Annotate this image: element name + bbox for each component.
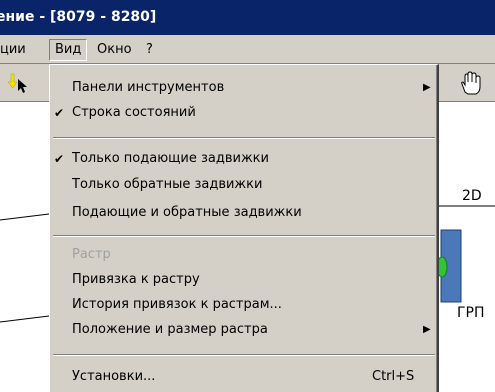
pointer-tool-button[interactable] xyxy=(4,70,32,96)
map-label-grp: ГРП xyxy=(457,305,485,321)
menu-help[interactable]: ? xyxy=(140,40,159,60)
menu-item-raster-position-size[interactable]: Положение и размер растра ▶ xyxy=(50,320,436,340)
checkmark-icon: ✔ xyxy=(54,152,65,166)
menu-bar: ции Вид Окно ? xyxy=(0,35,495,64)
submenu-arrow-icon: ▶ xyxy=(423,324,431,335)
menu-item-label: Панели инструментов xyxy=(72,80,225,95)
view-menu-dropdown: Панели инструментов ▶ ✔ Строка состояний… xyxy=(49,64,439,392)
menu-item-shortcut: Ctrl+S xyxy=(372,369,415,384)
menu-item-return-valves-only[interactable]: Только обратные задвижки xyxy=(50,175,436,195)
hand-pan-icon xyxy=(461,71,481,95)
menu-item-label: Только подающие задвижки xyxy=(72,151,269,166)
menu-item-toolbars[interactable]: Панели инструментов ▶ xyxy=(50,78,436,98)
menu-item-label: История привязок к растрам... xyxy=(72,297,282,312)
menu-item-raster-binding-history[interactable]: История привязок к растрам... xyxy=(50,295,436,315)
menu-item-label: Положение и размер растра xyxy=(72,322,268,337)
menu-item-label: Установки... xyxy=(72,369,156,384)
pan-tool-button[interactable] xyxy=(456,70,484,96)
menu-item-label: Подающие и обратные задвижки xyxy=(72,205,302,220)
menu-item-status-bar[interactable]: ✔ Строка состояний xyxy=(50,103,436,123)
menu-item-label: Строка состояний xyxy=(72,105,196,120)
menu-item-label: Только обратные задвижки xyxy=(72,177,263,192)
menu-item-label: Растр xyxy=(72,247,111,262)
arrow-cursor-icon xyxy=(7,73,27,93)
menu-window[interactable]: Окно xyxy=(91,40,138,60)
menu-view[interactable]: Вид xyxy=(49,39,88,61)
menu-item-raster-binding[interactable]: Привязка к растру xyxy=(50,270,436,290)
submenu-arrow-icon: ▶ xyxy=(423,82,431,93)
menu-item-supply-and-return-valves[interactable]: Подающие и обратные задвижки xyxy=(50,203,436,223)
menu-separator xyxy=(53,235,435,237)
menu-item-raster: Растр xyxy=(50,245,436,265)
checkmark-icon: ✔ xyxy=(54,106,65,120)
menu-item-supply-valves-only[interactable]: ✔ Только подающие задвижки xyxy=(50,149,436,169)
window-title: ение - [8079 - 8280] xyxy=(0,9,157,25)
menu-separator xyxy=(53,354,435,356)
window-titlebar[interactable]: ение - [8079 - 8280] xyxy=(0,0,495,35)
menu-operations[interactable]: ции xyxy=(0,40,32,60)
map-label-2d: 2D xyxy=(462,188,482,204)
menu-separator xyxy=(53,137,435,139)
menu-item-label: Привязка к растру xyxy=(72,272,200,287)
menu-item-settings[interactable]: Установки... Ctrl+S xyxy=(50,367,436,387)
